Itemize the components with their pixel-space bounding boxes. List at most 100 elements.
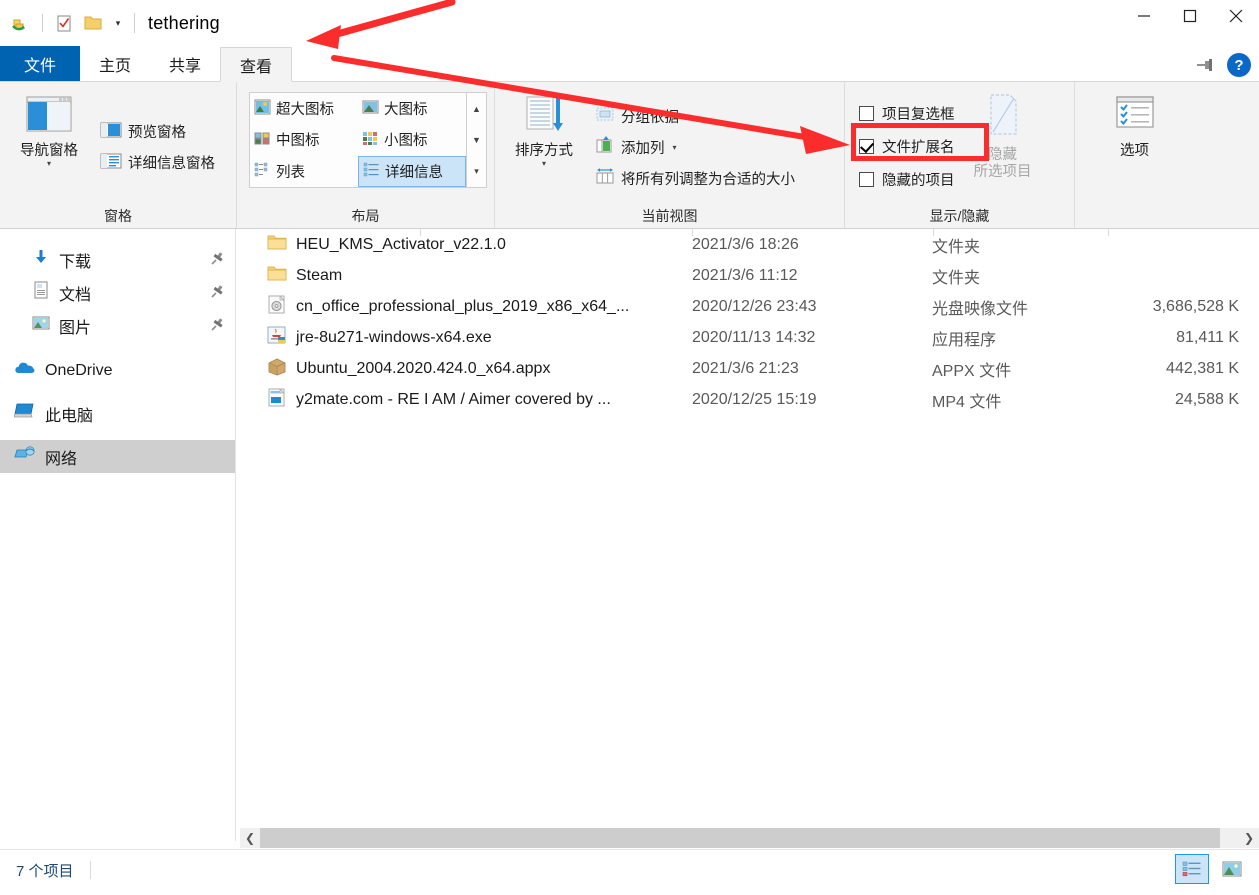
tab-share[interactable]: 共享 [150, 46, 220, 81]
column-separator [1108, 229, 1109, 236]
tab-home[interactable]: 主页 [80, 46, 150, 81]
sort-by-icon [520, 94, 568, 141]
table-row[interactable]: Ubuntu_2004.2020.424.0_x64.appx 2021/3/6… [237, 353, 1259, 384]
hide-selected-items-icon [980, 92, 1026, 145]
table-row[interactable]: Steam 2021/3/6 11:12 文件夹 [237, 260, 1259, 291]
file-type-cell: 文件夹 [932, 269, 981, 287]
size-all-columns-button[interactable]: 将所有列调整为合适的大小 [589, 164, 801, 193]
sidebar-item-this-pc[interactable]: 此电脑 [0, 397, 235, 430]
window-controls[interactable] [1121, 0, 1259, 32]
table-row[interactable]: y2mate.com - RE I AM / Aimer covered by … [237, 384, 1259, 415]
sidebar-item-downloads[interactable]: 下载 [0, 243, 235, 276]
scroll-left-icon[interactable]: ❮ [240, 828, 260, 848]
sidebar-item-network[interactable]: 网络 [0, 440, 235, 473]
medium-icons-icon [254, 130, 271, 150]
pin-icon[interactable] [210, 317, 225, 337]
layout-gallery-wrap: 超大图标 大图标 中图标 小图标 列表 详细信息 ▲ ▼ ▾ [249, 92, 487, 188]
options-button[interactable]: 选项 [1092, 88, 1178, 206]
layout-extra-large-icons-label: 超大图标 [276, 102, 334, 119]
sidebar-item-label: 此电脑 [45, 407, 94, 425]
details-pane-button[interactable]: 详细信息窗格 [94, 148, 221, 177]
file-name-cell: jre-8u271-windows-x64.exe [237, 326, 692, 350]
appx-package-icon [267, 357, 287, 381]
gallery-scroll-down-icon[interactable]: ▼ [467, 124, 486, 155]
pin-ribbon-icon[interactable] [1195, 54, 1217, 76]
sort-by-button[interactable]: 排序方式 ▾ [501, 88, 587, 206]
preview-pane-button[interactable]: 预览窗格 [94, 117, 221, 146]
layout-list[interactable]: 列表 [250, 156, 358, 187]
gallery-more-icon[interactable]: ▾ [467, 156, 486, 187]
table-row[interactable]: cn_office_professional_plus_2019_x86_x64… [237, 291, 1259, 322]
layout-gallery[interactable]: 超大图标 大图标 中图标 小图标 列表 详细信息 [249, 92, 467, 188]
size-columns-icon [595, 167, 615, 189]
hide-selected-items-button[interactable]: 隐藏 所选项目 [955, 86, 1051, 206]
scrollbar-thumb[interactable] [260, 828, 1220, 848]
size-all-columns-label: 将所有列调整为合适的大小 [621, 171, 795, 188]
new-folder-icon[interactable] [80, 10, 106, 36]
customize-qat-caret-icon[interactable]: ▾ [109, 12, 127, 34]
sidebar-item-pictures[interactable]: 图片 [0, 309, 235, 342]
file-name-cell: y2mate.com - RE I AM / Aimer covered by … [237, 387, 692, 412]
tab-view[interactable]: 查看 [220, 47, 293, 82]
details-view-button[interactable] [1175, 854, 1209, 884]
restore-icon[interactable] [8, 10, 34, 36]
onedrive-icon [14, 359, 36, 382]
add-column-button[interactable]: 添加列 ▾ [589, 133, 801, 162]
file-name-cell: Steam [237, 265, 692, 287]
add-column-caret-icon[interactable]: ▾ [673, 143, 677, 152]
help-icon[interactable]: ? [1227, 53, 1251, 77]
large-icons-view-button[interactable] [1215, 854, 1249, 884]
list-icon [254, 161, 271, 181]
group-by-button[interactable]: 分组依据 ▾ [589, 102, 801, 131]
file-name-text: cn_office_professional_plus_2019_x86_x64… [296, 297, 630, 315]
navigation-pane-caret-icon[interactable]: ▾ [47, 159, 51, 168]
file-list[interactable]: HEU_KMS_Activator_v22.1.0 2021/3/6 18:26… [237, 229, 1259, 825]
hidden-items-checkbox[interactable] [859, 171, 874, 187]
file-name-text: Steam [296, 266, 343, 284]
table-row[interactable]: jre-8u271-windows-x64.exe 2020/11/13 14:… [237, 322, 1259, 353]
layout-large-icons[interactable]: 大图标 [358, 93, 466, 124]
layout-details[interactable]: 详细信息 [358, 155, 466, 187]
this-pc-icon [13, 402, 36, 425]
ribbon-body: 导航窗格 ▾ 预览窗格 详细信息窗格 窗格 超大图标 大图标 中图标 小图标 列… [0, 82, 1259, 229]
sort-by-caret-icon[interactable]: ▾ [542, 159, 546, 168]
details-pane-icon [100, 152, 122, 174]
maximize-button[interactable] [1167, 0, 1213, 32]
navigation-pane-button[interactable]: 导航窗格 ▾ [6, 88, 92, 206]
ribbon-group-show-hide: 项目复选框 文件扩展名 隐藏的项目 隐藏 所选项目 显示/隐藏 [844, 82, 1074, 228]
sidebar-item-onedrive[interactable]: OneDrive [0, 354, 235, 387]
horizontal-scrollbar[interactable]: ❮ ❯ [240, 828, 1259, 848]
group-by-label: 分组依据 [621, 109, 679, 126]
file-size-cell: 81,411 K [1176, 328, 1239, 346]
quick-access-toolbar[interactable]: ▾ tethering [0, 10, 220, 36]
ribbon-right-controls: ? [1195, 53, 1251, 77]
tab-file[interactable]: 文件 [0, 46, 81, 81]
file-date-cell: 2021/3/6 11:12 [692, 266, 798, 284]
hidden-items-option[interactable]: 隐藏的项目 [853, 164, 955, 195]
minimize-button[interactable] [1121, 0, 1167, 32]
file-name-extensions-option[interactable]: 文件扩展名 [853, 131, 955, 162]
pin-icon[interactable] [210, 251, 225, 271]
item-checkboxes-option[interactable]: 项目复选框 [853, 98, 955, 129]
table-row[interactable]: HEU_KMS_Activator_v22.1.0 2021/3/6 18:26… [237, 229, 1259, 260]
close-button[interactable] [1213, 0, 1259, 32]
sidebar-item-documents[interactable]: 文档 [0, 276, 235, 309]
item-checkboxes-checkbox[interactable] [859, 105, 874, 121]
gallery-scroll-up-icon[interactable]: ▲ [467, 93, 486, 124]
scrollbar-track[interactable] [1220, 828, 1239, 848]
layout-gallery-scrollbar[interactable]: ▲ ▼ ▾ [467, 92, 487, 188]
pin-icon[interactable] [210, 284, 225, 304]
file-name-extensions-checkbox[interactable] [859, 138, 874, 154]
layout-extra-large-icons[interactable]: 超大图标 [250, 93, 358, 124]
java-exe-icon [267, 326, 287, 350]
layout-small-icons[interactable]: 小图标 [358, 124, 466, 155]
properties-icon[interactable] [51, 10, 77, 36]
group-by-caret-icon[interactable]: ▾ [687, 112, 691, 121]
layout-medium-icons[interactable]: 中图标 [250, 124, 358, 155]
file-type-cell: 应用程序 [932, 331, 997, 349]
layout-large-icons-label: 大图标 [384, 102, 428, 119]
network-icon [14, 445, 36, 468]
item-count-label: 7 个项目 [16, 862, 74, 880]
scroll-right-icon[interactable]: ❯ [1239, 828, 1259, 848]
file-name-text: Ubuntu_2004.2020.424.0_x64.appx [296, 359, 551, 377]
